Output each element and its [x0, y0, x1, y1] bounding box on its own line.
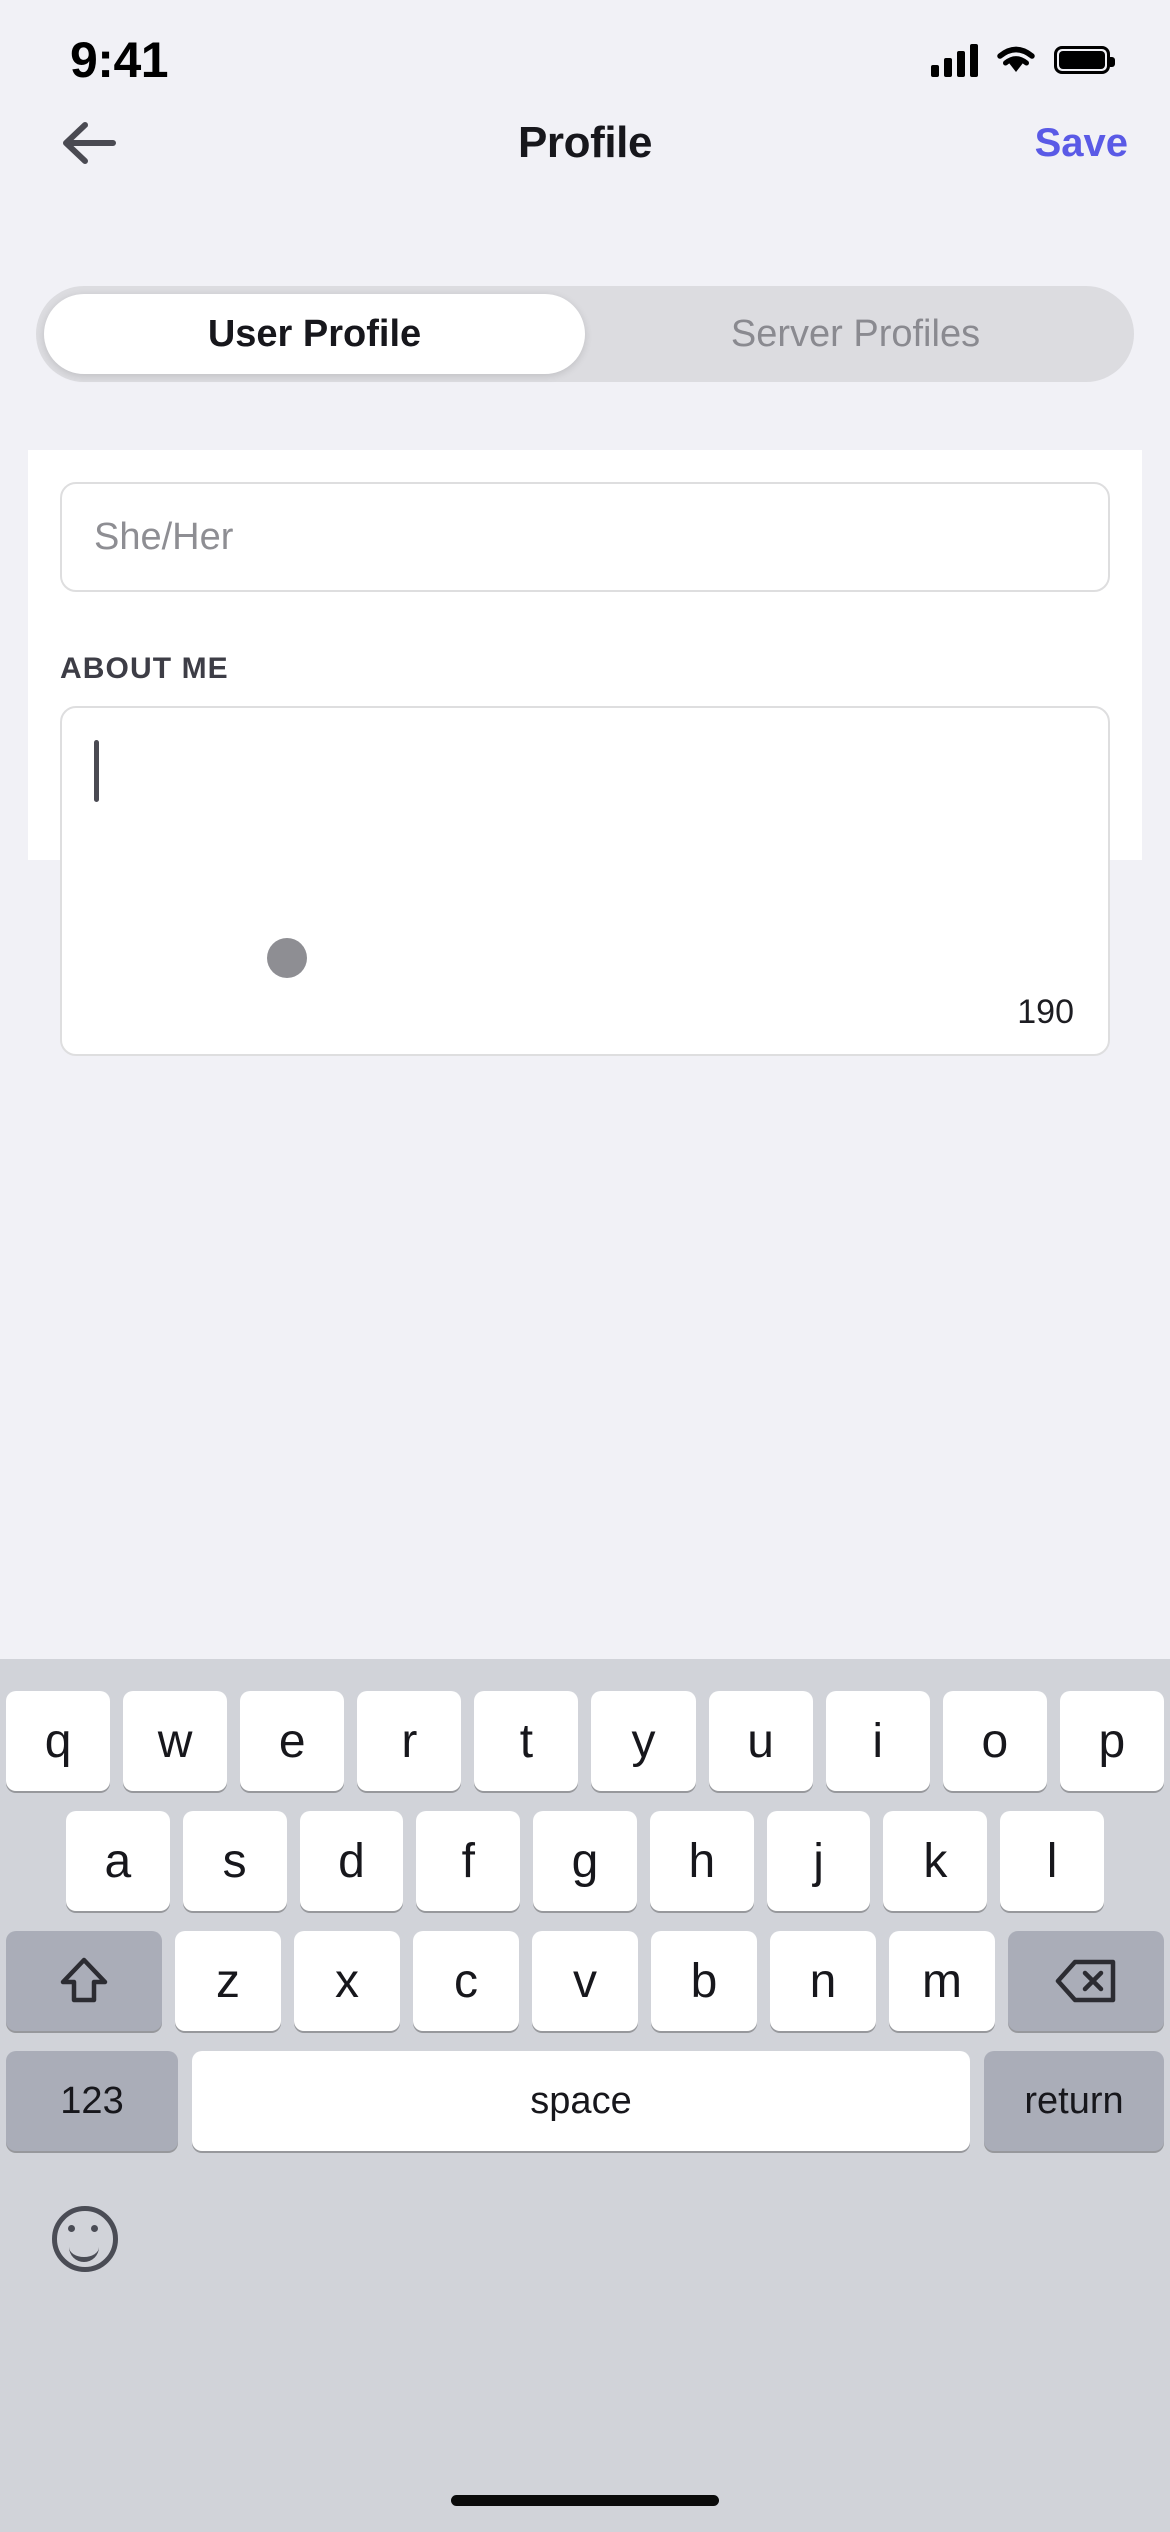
keyboard-row-1: q w e r t y u i o p — [0, 1691, 1170, 1791]
cellular-bars-icon — [931, 43, 978, 77]
key-k[interactable]: k — [883, 1811, 988, 1911]
status-bar: 9:41 — [0, 0, 1170, 100]
key-f[interactable]: f — [416, 1811, 521, 1911]
key-q[interactable]: q — [6, 1691, 111, 1791]
key-w[interactable]: w — [123, 1691, 228, 1791]
key-l[interactable]: l — [1000, 1811, 1105, 1911]
text-caret — [94, 740, 99, 802]
key-d[interactable]: d — [299, 1811, 404, 1911]
keyboard-row-2: a s d f g h j k l — [0, 1811, 1170, 1911]
backspace-delete-icon — [1055, 1959, 1116, 2003]
key-m[interactable]: m — [889, 1931, 995, 2031]
key-v[interactable]: v — [532, 1931, 638, 2031]
key-i[interactable]: i — [825, 1691, 930, 1791]
numbers-key[interactable]: 123 — [6, 2051, 178, 2151]
character-counter: 190 — [1017, 993, 1074, 1031]
key-y[interactable]: y — [591, 1691, 696, 1791]
keyboard-row-3: z x c v b n m — [0, 1931, 1170, 2031]
key-u[interactable]: u — [708, 1691, 813, 1791]
key-a[interactable]: a — [66, 1811, 170, 1911]
sheet-drag-handle[interactable] — [267, 938, 307, 978]
navigation-bar: Profile Save — [0, 100, 1170, 186]
page-title: Profile — [517, 118, 653, 167]
keyboard-row-4: 123 space return — [0, 2051, 1170, 2151]
key-c[interactable]: c — [413, 1931, 519, 2031]
emoji-smiley-icon[interactable] — [52, 2206, 118, 2272]
wifi-icon — [997, 46, 1035, 72]
key-n[interactable]: n — [770, 1931, 876, 2031]
space-key[interactable]: space — [192, 2051, 970, 2151]
about-me-label: ABOUT ME — [60, 652, 229, 685]
backspace-key[interactable] — [1008, 1931, 1164, 2031]
return-key[interactable]: return — [984, 2051, 1164, 2151]
home-indicator — [451, 2495, 719, 2506]
key-e[interactable]: e — [240, 1691, 345, 1791]
shift-arrow-up-icon — [60, 1957, 108, 2003]
key-x[interactable]: x — [294, 1931, 400, 2031]
key-h[interactable]: h — [649, 1811, 754, 1911]
back-button[interactable] — [48, 103, 128, 183]
keyboard-utility-row — [0, 2179, 1170, 2299]
key-t[interactable]: t — [474, 1691, 579, 1791]
pronouns-input[interactable] — [60, 482, 1110, 592]
profile-form-card: ABOUT ME 190 — [28, 450, 1142, 1056]
about-me-field-wrapper[interactable]: 190 — [60, 706, 1110, 1056]
key-g[interactable]: g — [533, 1811, 637, 1911]
profile-tab-selector: User Profile Server Profiles — [36, 286, 1134, 382]
key-z[interactable]: z — [175, 1931, 281, 2031]
key-o[interactable]: o — [942, 1691, 1047, 1791]
key-b[interactable]: b — [651, 1931, 757, 2031]
tab-user-profile[interactable]: User Profile — [44, 294, 585, 374]
key-p[interactable]: p — [1059, 1691, 1164, 1791]
about-me-textarea[interactable] — [62, 708, 1108, 1054]
key-r[interactable]: r — [357, 1691, 462, 1791]
shift-key[interactable] — [6, 1931, 162, 2031]
save-button[interactable]: Save — [1035, 121, 1128, 166]
key-s[interactable]: s — [182, 1811, 287, 1911]
battery-full-icon — [1054, 46, 1115, 74]
on-screen-keyboard: q w e r t y u i o p a s d f g h j k l z … — [0, 1659, 1170, 2532]
key-j[interactable]: j — [766, 1811, 871, 1911]
status-icons — [931, 43, 1115, 77]
status-time: 9:41 — [70, 32, 169, 88]
tab-server-profiles[interactable]: Server Profiles — [585, 294, 1126, 374]
phone-screen: 9:41 Profile Save User Profile Server Pr… — [0, 0, 1170, 2532]
arrow-left-icon — [63, 122, 116, 164]
